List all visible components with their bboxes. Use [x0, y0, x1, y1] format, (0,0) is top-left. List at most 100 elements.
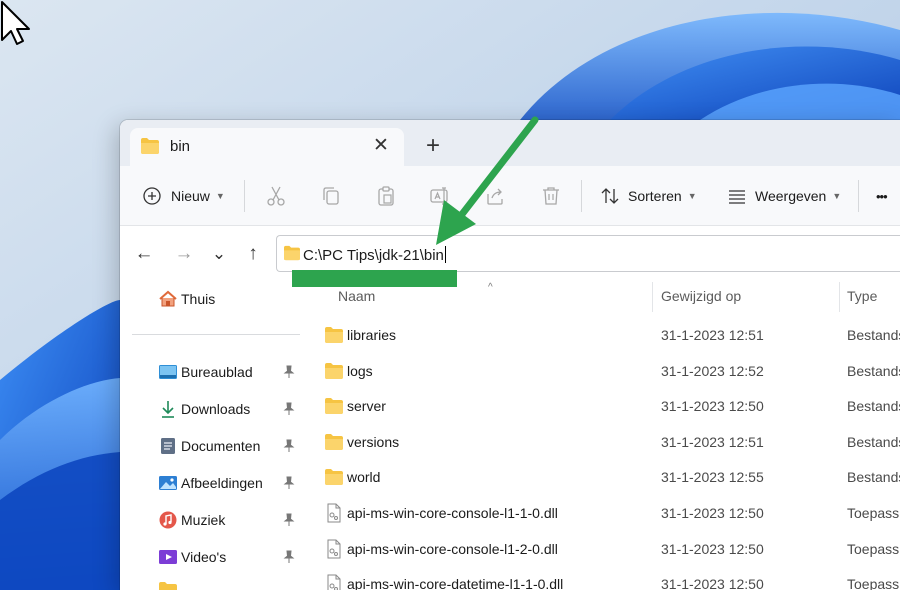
file-modified: 31-1-2023 12:50 [661, 398, 764, 414]
sidebar-item-label: Afbeeldingen [181, 475, 263, 491]
column-header-type[interactable]: Type [847, 288, 877, 304]
file-type: Toepassi [847, 505, 900, 521]
address-path[interactable]: C:\PC Tips\jdk-21\bin [303, 246, 446, 264]
address-bar[interactable]: C:\PC Tips\jdk-21\bin [276, 235, 900, 272]
folder-icon [284, 245, 300, 261]
folder-icon [325, 469, 343, 485]
copy-icon[interactable] [319, 184, 343, 208]
pin-icon[interactable] [282, 476, 296, 490]
file-modified: 31-1-2023 12:55 [661, 469, 764, 485]
view-button[interactable]: Weergeven ▼ [727, 182, 841, 210]
file-row[interactable]: api-ms-win-core-datetime-l1-1-0.dll 31-1… [302, 566, 900, 590]
folder-icon [159, 582, 177, 590]
file-type: Bestands [847, 363, 900, 379]
file-row[interactable]: libraries 31-1-2023 12:51 Bestands [302, 317, 900, 353]
file-row[interactable]: logs 31-1-2023 12:52 Bestands [302, 353, 900, 389]
file-type: Bestands [847, 398, 900, 414]
file-modified: 31-1-2023 12:50 [661, 505, 764, 521]
column-divider[interactable] [839, 282, 840, 312]
file-modified: 31-1-2023 12:51 [661, 327, 764, 343]
file-type: Toepassi [847, 576, 900, 590]
forward-button[interactable]: → [172, 242, 196, 266]
pin-icon[interactable] [282, 365, 296, 379]
file-modified: 31-1-2023 12:51 [661, 434, 764, 450]
back-button[interactable]: ← [132, 242, 156, 266]
sidebar-item-desktop[interactable]: Bureaublad [158, 360, 300, 384]
view-label: Weergeven [755, 188, 827, 204]
sidebar-divider [132, 334, 300, 335]
dll-file-icon [327, 574, 341, 590]
videos-icon [159, 550, 177, 564]
title-bar: bin ✕ + [120, 120, 900, 166]
file-list: Naam ^ Gewijzigd op Type libraries 31-1-… [302, 282, 900, 590]
toolbar-divider [244, 180, 245, 212]
paste-icon[interactable] [374, 184, 398, 208]
navigation-pane: Thuis Bureaublad Downloads Documenten Af… [120, 282, 302, 590]
download-icon [162, 401, 174, 418]
file-modified: 31-1-2023 12:52 [661, 363, 764, 379]
file-name: api-ms-win-core-datetime-l1-1-0.dll [347, 576, 564, 590]
dll-file-icon [327, 503, 341, 523]
toolbar-divider [581, 180, 582, 212]
more-options-button[interactable]: ••• [876, 182, 888, 210]
pin-icon[interactable] [282, 439, 296, 453]
column-divider[interactable] [652, 282, 653, 312]
sidebar-item-downloads[interactable]: Downloads [158, 397, 300, 421]
recent-locations-button[interactable]: ⌄ [207, 242, 231, 266]
up-button[interactable]: ↑ [241, 242, 265, 266]
dll-file-icon [327, 539, 341, 559]
file-type: Bestands [847, 327, 900, 343]
pictures-icon [159, 476, 177, 490]
file-name: server [347, 398, 386, 414]
sort-button[interactable]: Sorteren ▼ [600, 182, 697, 210]
file-modified: 31-1-2023 12:50 [661, 541, 764, 557]
desktop-icon [159, 365, 177, 379]
file-row[interactable]: server 31-1-2023 12:50 Bestands [302, 388, 900, 424]
documents-icon [161, 438, 175, 454]
sort-ascending-icon: ^ [488, 282, 493, 293]
tab-title: bin [170, 138, 191, 155]
share-icon[interactable] [483, 184, 507, 208]
file-row[interactable]: versions 31-1-2023 12:51 Bestands [302, 424, 900, 460]
new-button[interactable]: Nieuw ▼ [142, 182, 225, 210]
folder-icon [325, 434, 343, 450]
delete-icon[interactable] [539, 184, 563, 208]
file-type: Bestands [847, 469, 900, 485]
pin-icon[interactable] [282, 513, 296, 527]
file-type: Toepassi [847, 541, 900, 557]
close-tab-icon[interactable]: ✕ [369, 134, 393, 158]
music-icon [159, 511, 177, 529]
sidebar-item-videos[interactable]: Video's [158, 545, 300, 569]
rename-icon[interactable] [428, 184, 452, 208]
text-caret [444, 246, 446, 263]
file-name: logs [347, 363, 373, 379]
sidebar-item-label: Downloads [181, 401, 251, 417]
file-row[interactable]: api-ms-win-core-console-l1-2-0.dll 31-1-… [302, 531, 900, 567]
chevron-down-icon: ▼ [832, 191, 842, 201]
pin-icon[interactable] [282, 550, 296, 564]
chevron-down-icon: ▼ [215, 191, 225, 201]
sidebar-item-music[interactable]: Muziek [158, 508, 300, 532]
sort-label: Sorteren [628, 188, 682, 204]
sidebar-item-pictures[interactable]: Afbeeldingen [158, 471, 300, 495]
file-modified: 31-1-2023 12:50 [661, 576, 764, 590]
pin-icon[interactable] [282, 402, 296, 416]
cut-icon[interactable] [264, 184, 288, 208]
command-bar: Nieuw ▼ Sorteren ▼ Weergeven ▼ ••• [120, 166, 900, 226]
plus-circle-icon [143, 187, 161, 205]
sidebar-item-label: Video's [181, 549, 227, 565]
file-name: world [347, 469, 381, 485]
file-row[interactable]: world 31-1-2023 12:55 Bestands [302, 459, 900, 495]
file-row[interactable]: api-ms-win-core-console-l1-1-0.dll 31-1-… [302, 495, 900, 531]
sidebar-item-label: Muziek [181, 512, 226, 528]
sidebar-item-label: Documenten [181, 438, 261, 454]
new-tab-button[interactable]: + [420, 134, 446, 160]
sidebar-item-home[interactable]: Thuis [158, 287, 300, 311]
tab-bin[interactable]: bin ✕ [130, 128, 404, 166]
column-header-name[interactable]: Naam [338, 288, 375, 304]
column-header-modified[interactable]: Gewijzigd op [661, 288, 741, 304]
toolbar-divider [858, 180, 859, 212]
sidebar-item-documents[interactable]: Documenten [158, 434, 300, 458]
sidebar-item-label: Thuis [181, 291, 216, 307]
folder-icon [325, 327, 343, 343]
